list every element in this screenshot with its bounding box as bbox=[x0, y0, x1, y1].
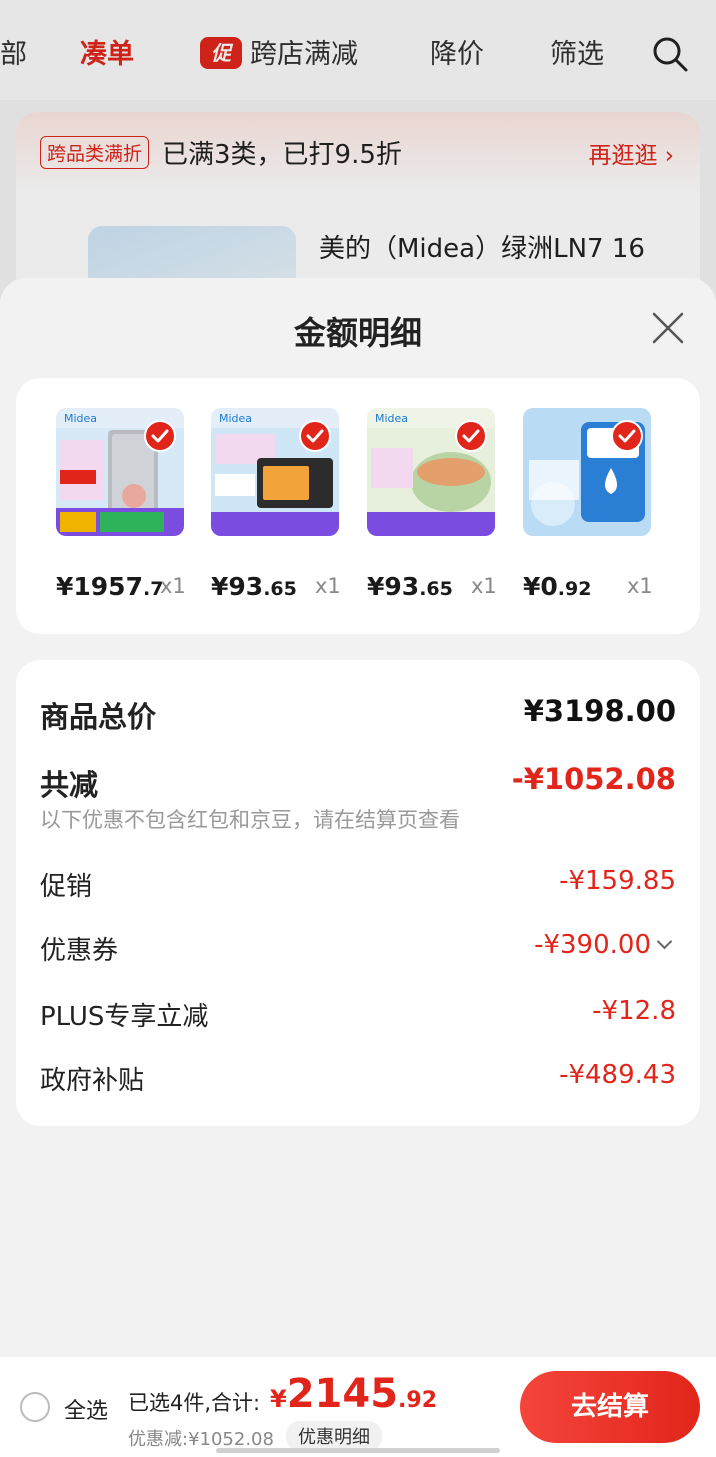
selected-check-icon[interactable] bbox=[611, 420, 643, 452]
plus-discount-value: -¥12.8 bbox=[592, 996, 676, 1026]
select-all-radio[interactable] bbox=[20, 1392, 50, 1422]
plus-discount-label: PLUS专享立减 bbox=[40, 1002, 209, 1032]
list-item[interactable]: Midea ¥1957.7 x1 bbox=[56, 408, 196, 618]
item-quantity: x1 bbox=[627, 574, 653, 598]
close-icon[interactable] bbox=[648, 308, 688, 348]
item-price: ¥93.65 bbox=[367, 572, 453, 601]
total-price-value: ¥3198.00 bbox=[523, 694, 676, 728]
total-reduction-label: 共减 bbox=[40, 768, 99, 802]
promotion-value: -¥159.85 bbox=[559, 866, 676, 896]
coupon-value[interactable]: -¥390.00 bbox=[534, 930, 673, 960]
selected-check-icon[interactable] bbox=[299, 420, 331, 452]
coupon-amount: -¥390.00 bbox=[534, 930, 651, 960]
home-indicator bbox=[216, 1448, 500, 1453]
total-amount: ¥2145.92 bbox=[270, 1371, 438, 1417]
amount-detail-sheet: 金额明细 Midea ¥1957.7 x1 Midea ¥93.65 x1 Mi… bbox=[0, 278, 716, 1358]
item-price: ¥0.92 bbox=[523, 572, 592, 601]
checkout-bar: 全选 已选4件,合计: ¥2145.92 优惠减:¥1052.08 优惠明细 去… bbox=[0, 1356, 716, 1457]
coupon-label: 优惠券 bbox=[40, 936, 119, 966]
discount-note: 以下优惠不包含红包和京豆，请在结算页查看 bbox=[40, 808, 460, 832]
items-card: Midea ¥1957.7 x1 Midea ¥93.65 x1 Midea ¥… bbox=[16, 378, 700, 634]
price-summary-card: 商品总价 ¥3198.00 共减 -¥1052.08 以下优惠不包含红包和京豆，… bbox=[16, 660, 700, 1126]
item-quantity: x1 bbox=[315, 574, 341, 598]
discount-detail-button[interactable]: 优惠明细 bbox=[286, 1421, 382, 1451]
total-price-label: 商品总价 bbox=[40, 700, 157, 734]
item-price: ¥1957.7 bbox=[56, 572, 164, 601]
dim-overlay[interactable] bbox=[0, 0, 716, 300]
chevron-down-icon bbox=[656, 933, 673, 950]
sheet-title: 金额明细 bbox=[293, 314, 422, 352]
list-item[interactable]: Midea ¥93.65 x1 bbox=[211, 408, 351, 618]
total-reduction-value: -¥1052.08 bbox=[511, 762, 676, 796]
subsidy-label: 政府补贴 bbox=[40, 1066, 145, 1096]
select-all-label[interactable]: 全选 bbox=[64, 1393, 108, 1425]
item-price: ¥93.65 bbox=[211, 572, 297, 601]
list-item[interactable]: ¥0.92 x1 bbox=[523, 408, 663, 618]
item-quantity: x1 bbox=[160, 574, 186, 598]
selected-count: 已选4件,合计: bbox=[128, 1391, 261, 1415]
subsidy-value: -¥489.43 bbox=[559, 1060, 676, 1090]
svg-text:Midea: Midea bbox=[64, 412, 97, 425]
svg-text:Midea: Midea bbox=[375, 412, 408, 425]
selected-check-icon[interactable] bbox=[455, 420, 487, 452]
checkout-button[interactable]: 去结算 bbox=[520, 1371, 700, 1443]
selected-check-icon[interactable] bbox=[144, 420, 176, 452]
list-item[interactable]: Midea ¥93.65 x1 bbox=[367, 408, 507, 618]
promotion-label: 促销 bbox=[40, 872, 93, 902]
svg-text:Midea: Midea bbox=[219, 412, 252, 425]
item-quantity: x1 bbox=[471, 574, 497, 598]
